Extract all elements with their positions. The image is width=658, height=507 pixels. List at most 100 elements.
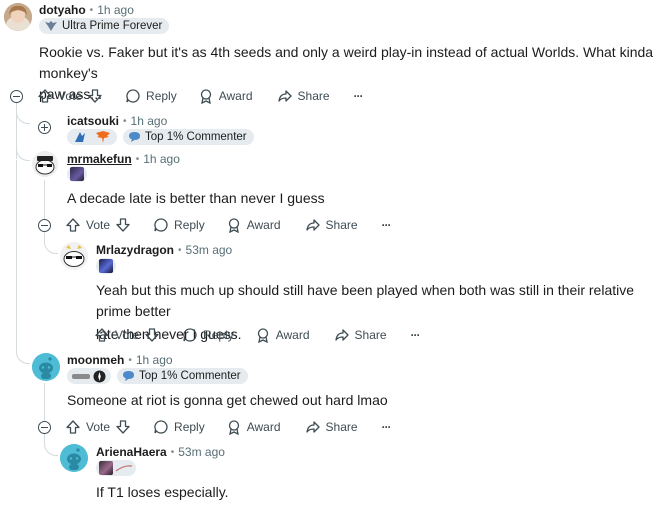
award-label: Award — [218, 89, 253, 103]
avatar[interactable] — [60, 444, 88, 472]
flair-image — [99, 461, 113, 475]
reply-bubble-icon — [154, 218, 168, 232]
upvote-icon[interactable] — [65, 419, 81, 435]
comment-line: A decade late is better than never I gue… — [67, 190, 325, 206]
vote-label: Vote — [86, 420, 111, 434]
separator: • — [123, 115, 127, 127]
upvote-icon[interactable] — [65, 217, 81, 233]
thread-curve-arienahaera — [44, 434, 58, 456]
reply-button[interactable]: Reply — [153, 217, 205, 233]
user-flair: Ultra Prime Forever — [39, 18, 170, 34]
comment-actions: Vote Reply Award Share ··· — [65, 215, 392, 235]
snoo-avatar-icon — [60, 242, 88, 270]
separator: • — [135, 153, 140, 165]
username[interactable]: Mrlazydragon — [96, 243, 174, 257]
share-button[interactable]: Share — [277, 88, 330, 104]
timestamp[interactable]: 1h ago — [131, 114, 168, 128]
comment-actions: Vote Reply Award Share ··· — [94, 325, 421, 345]
avatar[interactable] — [32, 151, 58, 177]
downvote-icon[interactable] — [144, 327, 160, 343]
top-commenter-icon — [123, 371, 134, 381]
timestamp[interactable]: 53m ago — [186, 243, 233, 257]
avatar[interactable] — [60, 242, 88, 270]
flair-text: Ultra Prime Forever — [62, 20, 163, 32]
award-icon — [200, 89, 211, 104]
award-button[interactable]: Award — [198, 88, 253, 104]
separator: • — [128, 354, 132, 366]
downvote-icon[interactable] — [87, 88, 103, 104]
username[interactable]: ArienaHaera — [96, 445, 167, 459]
reply-bubble-icon — [126, 89, 140, 103]
comment-line: If T1 loses especially. — [96, 484, 229, 500]
vote-label: Vote — [115, 328, 140, 342]
award-button[interactable]: Award — [226, 419, 281, 435]
award-button[interactable]: Award — [255, 327, 310, 343]
vote-label: Vote — [58, 89, 83, 103]
reply-label: Reply — [174, 218, 205, 232]
reply-button[interactable]: Reply — [125, 88, 177, 104]
vote-group: Vote — [65, 419, 131, 435]
downvote-icon[interactable] — [115, 217, 131, 233]
flair-text: Top 1% Commenter — [139, 370, 241, 382]
downvote-icon[interactable] — [115, 419, 131, 435]
thread-curve-moonmeh — [16, 342, 30, 364]
more-icon[interactable]: ··· — [382, 218, 392, 232]
user-flair — [96, 258, 116, 274]
shield-wings-icon — [45, 21, 57, 31]
timestamp[interactable]: 53m ago — [178, 445, 225, 459]
collapse-icon[interactable] — [38, 421, 51, 434]
username[interactable]: moonmeh — [67, 353, 124, 367]
share-button[interactable]: Share — [305, 217, 358, 233]
comment-meta: Mrlazydragon • 53m ago — [96, 243, 232, 257]
timestamp[interactable]: 1h ago — [136, 353, 173, 367]
username[interactable]: mrmakefun — [67, 152, 132, 166]
share-label: Share — [325, 218, 358, 232]
more-icon[interactable]: ··· — [411, 328, 421, 342]
share-icon — [305, 219, 320, 231]
comment-body: Someone at riot is gonna get chewed out … — [67, 390, 388, 411]
expand-icon[interactable] — [38, 121, 51, 134]
upvote-icon[interactable] — [37, 88, 53, 104]
comment-meta: ArienaHaera • 53m ago — [96, 445, 225, 459]
avatar[interactable] — [4, 3, 32, 31]
share-button[interactable]: Share — [334, 327, 387, 343]
more-icon[interactable]: ··· — [382, 420, 392, 434]
snoo-avatar-icon — [60, 444, 88, 472]
thread-line-root-2 — [16, 160, 17, 342]
timestamp[interactable]: 1h ago — [143, 152, 180, 166]
comment-actions: Vote Reply Award Share ··· — [37, 86, 364, 106]
flair-image — [99, 259, 113, 273]
flair-image-badge — [96, 460, 136, 476]
reply-bubble-icon — [183, 328, 197, 342]
award-icon — [228, 218, 239, 233]
upvote-icon[interactable] — [94, 327, 110, 343]
username[interactable]: dotyaho — [39, 3, 86, 17]
comment-meta: mrmakefun • 1h ago — [67, 152, 180, 166]
flair-wordmark — [72, 373, 90, 379]
thread-curve-mrmakefun — [16, 140, 30, 161]
separator: • — [170, 446, 175, 458]
reply-button[interactable]: Reply — [153, 419, 205, 435]
comment-meta: icatsouki • 1h ago — [67, 114, 167, 128]
share-icon — [334, 329, 349, 341]
reply-button[interactable]: Reply — [182, 327, 234, 343]
flair-text: Top 1% Commenter — [145, 131, 247, 143]
flair-image-badge — [67, 166, 87, 182]
award-icon — [228, 420, 239, 435]
award-icon — [257, 328, 268, 343]
thread-curve-mrlazydragon — [44, 232, 58, 254]
share-button[interactable]: Share — [305, 419, 358, 435]
timestamp[interactable]: 1h ago — [97, 3, 134, 17]
collapse-icon[interactable] — [10, 90, 23, 103]
team-logo-icon — [75, 132, 85, 142]
flair-badge: Top 1% Commenter — [117, 368, 248, 384]
flair-image — [70, 167, 84, 181]
collapse-icon[interactable] — [38, 219, 51, 232]
avatar[interactable] — [32, 353, 60, 381]
fnatic-logo-icon — [96, 131, 110, 143]
username[interactable]: icatsouki — [67, 114, 119, 128]
comment-body: A decade late is better than never I gue… — [67, 188, 325, 209]
award-button[interactable]: Award — [226, 217, 281, 233]
comment-line: Rookie vs. Faker but it's as 4th seeds a… — [39, 44, 654, 81]
more-icon[interactable]: ··· — [354, 89, 364, 103]
